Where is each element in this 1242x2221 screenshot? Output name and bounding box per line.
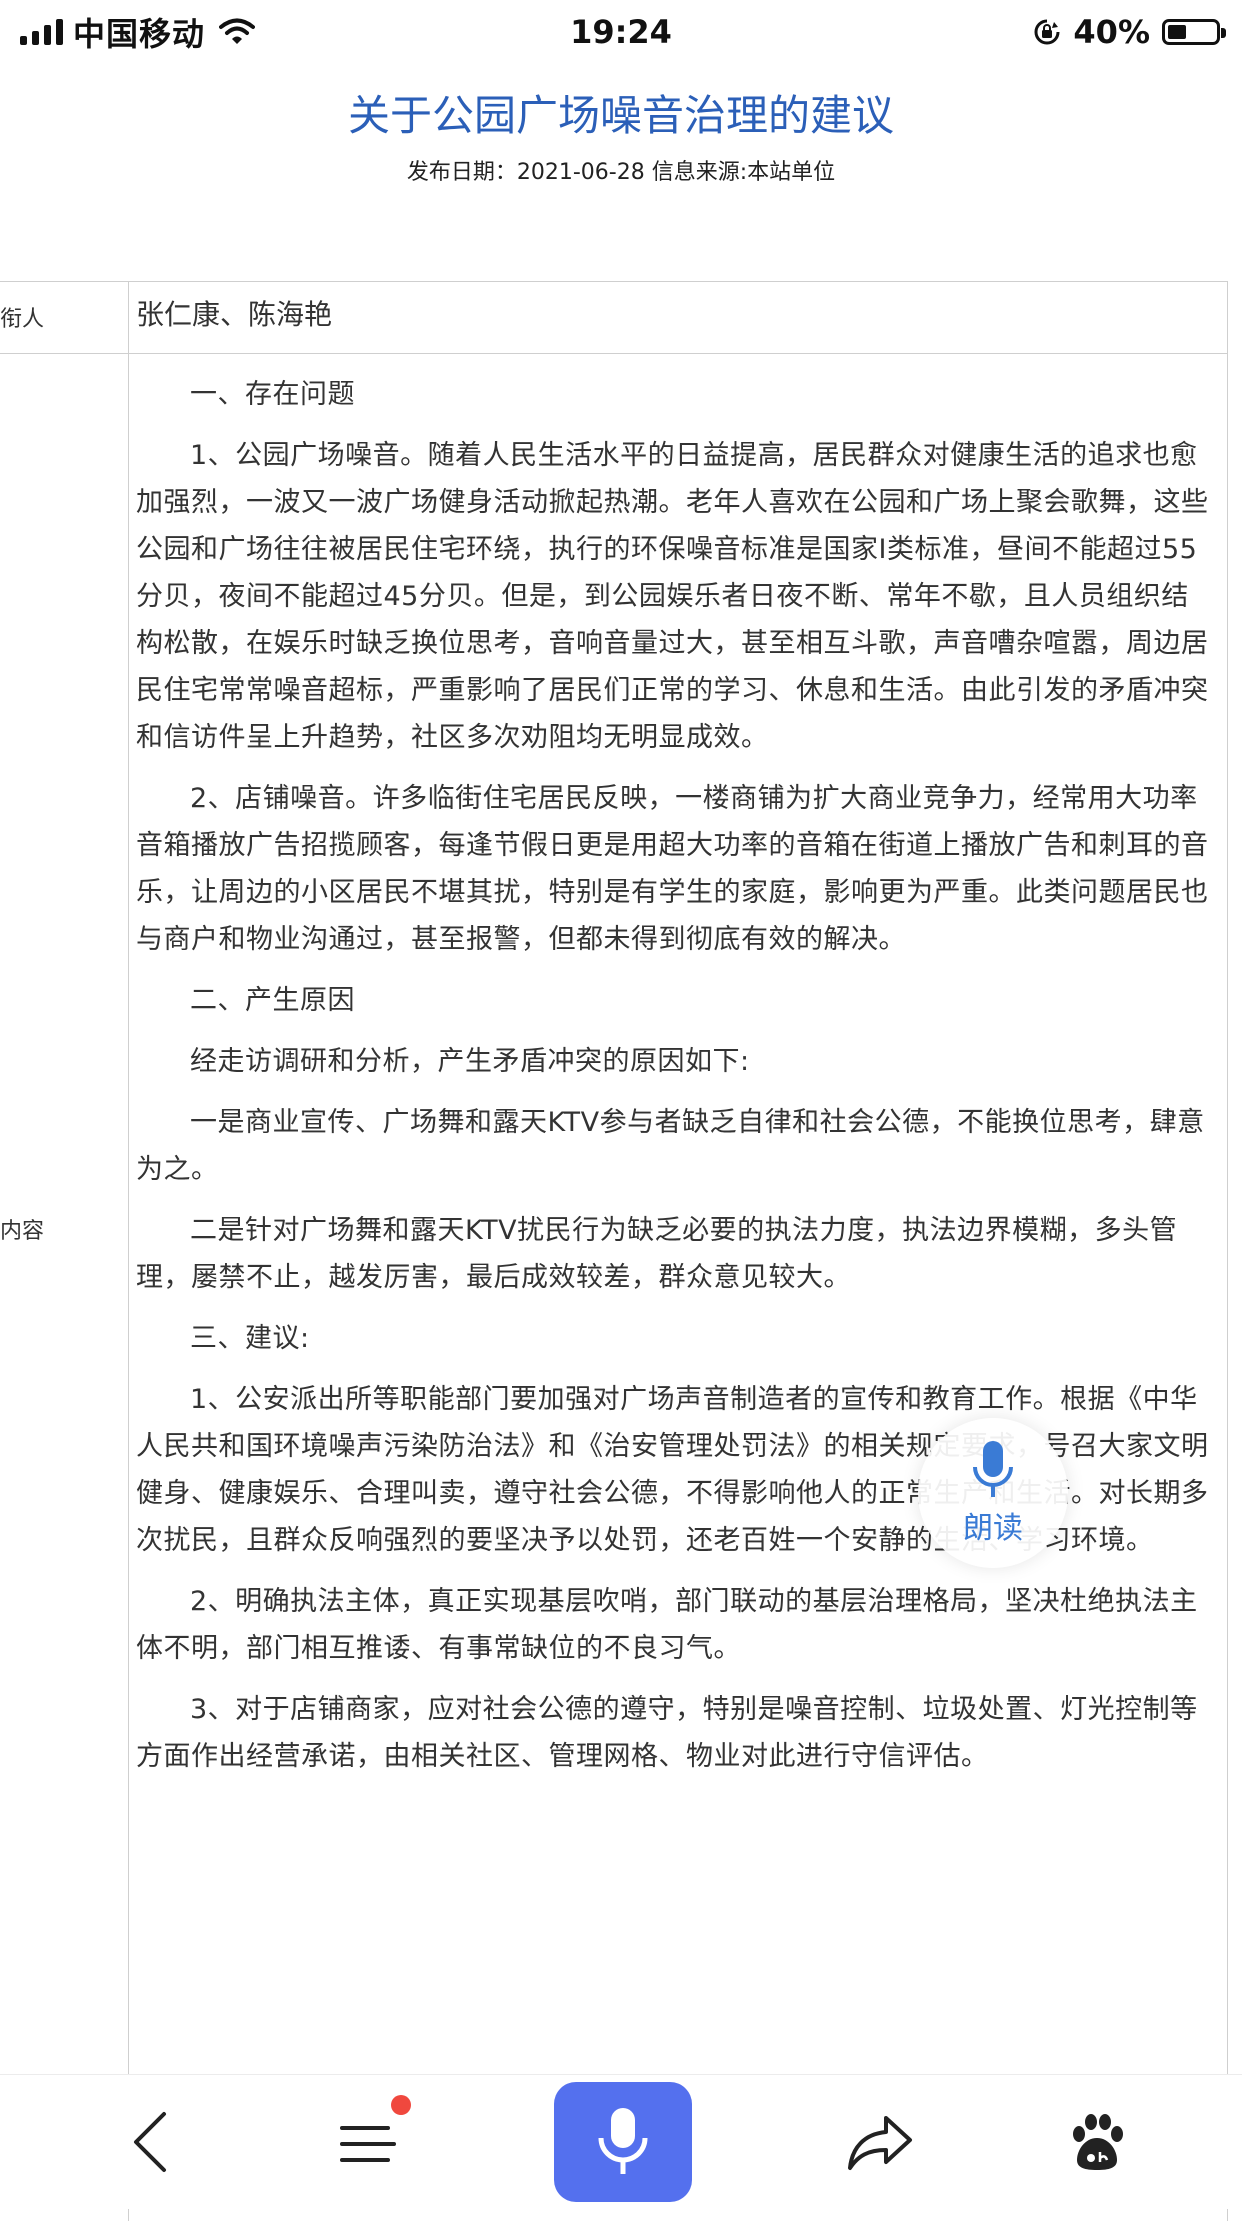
content-paragraph: 经走访调研和分析，产生矛盾冲突的原因如下: bbox=[190, 1046, 750, 1077]
battery-icon bbox=[1162, 19, 1226, 45]
content-paragraph: 三、建议: bbox=[190, 1323, 310, 1354]
article-title: 关于公园广场噪音治理的建议 bbox=[347, 91, 894, 140]
microphone-icon bbox=[973, 1441, 1013, 1497]
back-icon bbox=[134, 2112, 166, 2172]
proposal-table: 衔人 张仁康、陈海艳 内容 一、存在问题 1、公园广场噪音。随着人民生活水平的日… bbox=[0, 281, 1228, 2221]
read-aloud-label: 朗读 bbox=[963, 1511, 1023, 1546]
battery-fill bbox=[1168, 25, 1186, 39]
table-column-divider bbox=[128, 281, 129, 2221]
content-paragraph: 二是针对广场舞和露天KTV扰民行为缺乏必要的执法力度，执法边界模糊，多头管理，屡… bbox=[136, 1215, 1178, 1293]
back-button[interactable] bbox=[110, 2075, 190, 2209]
content-paragraph: 二、产生原因 bbox=[190, 985, 355, 1016]
baidu-paw-icon bbox=[1073, 2114, 1123, 2170]
content-paragraph: 1、公园广场噪音。随着人民生活水平的日益提高，居民群众对健康生活的追求也愈加强烈… bbox=[136, 440, 1209, 753]
content-paragraph: 2、店铺噪音。许多临街住宅居民反映，一楼商铺为扩大商业竞争力，经常用大功率音箱播… bbox=[136, 783, 1209, 955]
content-label: 内容 bbox=[0, 1219, 45, 1244]
battery-cap bbox=[1221, 28, 1226, 38]
table-row-divider bbox=[0, 353, 1228, 354]
content-paragraph: 3、对于店铺商家，应对社会公德的遵守，特别是噪音控制、垃圾处置、灯光控制等方面作… bbox=[136, 1694, 1198, 1772]
proposer-label: 衔人 bbox=[0, 307, 45, 332]
content-paragraph: 一是商业宣传、广场舞和露天KTV参与者缺乏自律和社会公德，不能换位思考，肆意为之… bbox=[136, 1107, 1205, 1185]
status-bar: 中国移动 19:24 40% bbox=[0, 0, 1242, 62]
share-icon bbox=[848, 2116, 912, 2170]
bottom-toolbar bbox=[0, 2074, 1242, 2209]
table-border-right bbox=[1227, 281, 1228, 2221]
share-button[interactable] bbox=[835, 2075, 925, 2209]
article-meta: 发布日期：2021-06-28 信息来源:本站单位 bbox=[406, 160, 836, 185]
content-paragraph: 一、存在问题 bbox=[190, 379, 355, 410]
voice-pill bbox=[554, 2082, 692, 2202]
read-aloud-button[interactable]: 朗读 bbox=[918, 1418, 1068, 1568]
notification-dot bbox=[391, 2095, 411, 2115]
status-right: 40% bbox=[1033, 10, 1226, 54]
battery-percent: 40% bbox=[1073, 13, 1150, 51]
table-border-top bbox=[0, 281, 1228, 282]
rotation-lock-icon bbox=[1034, 19, 1060, 45]
baidu-button[interactable] bbox=[1052, 2075, 1142, 2209]
voice-search-button[interactable] bbox=[553, 2075, 693, 2209]
proposer-value: 张仁康、陈海艳 bbox=[136, 298, 333, 331]
menu-button[interactable] bbox=[325, 2075, 415, 2209]
content-paragraph: 2、明确执法主体，真正实现基层吹哨，部门联动的基层治理格局，坚决杜绝执法主体不明… bbox=[136, 1586, 1198, 1664]
menu-icon bbox=[340, 2126, 396, 2162]
microphone-icon bbox=[598, 2108, 648, 2174]
content-body: 一、存在问题 1、公园广场噪音。随着人民生活水平的日益提高，居民群众对健康生活的… bbox=[136, 371, 1210, 1794]
